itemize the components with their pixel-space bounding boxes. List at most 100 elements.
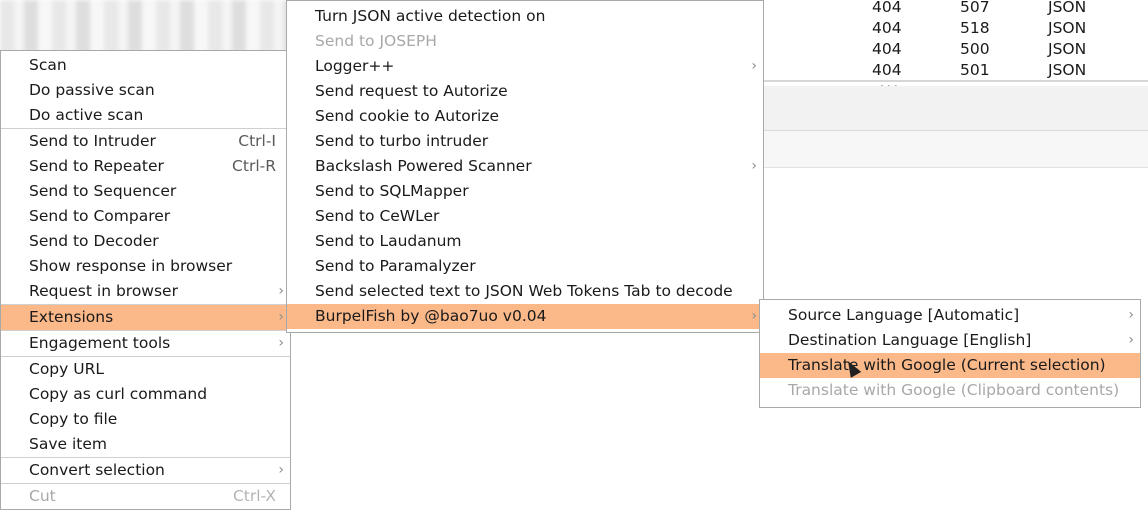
menu-item-label: Backslash Powered Scanner [315, 157, 532, 175]
menu-item-label: Send to JOSEPH [315, 32, 437, 50]
length-cell: 518 [960, 19, 990, 37]
menu-item-label: Request in browser [29, 282, 178, 300]
menu-item-backslash-scanner[interactable]: Backslash Powered Scanner › [287, 154, 763, 179]
chevron-right-icon: › [278, 335, 284, 351]
menu-item-copy-as-curl[interactable]: Copy as curl command [1, 382, 290, 407]
menu-item-label: Translate with Google (Current selection… [788, 356, 1106, 374]
menu-item-label: Send request to Autorize [315, 82, 508, 100]
blurred-background [0, 0, 290, 56]
menu-item-label: Send cookie to Autorize [315, 107, 500, 125]
chevron-right-icon: › [751, 158, 757, 174]
menu-item-label: Copy as curl command [29, 385, 208, 403]
menu-item-label: Send to SQLMapper [315, 182, 469, 200]
menu-item-send-to-decoder[interactable]: Send to Decoder [1, 229, 290, 254]
shortcut-label: Ctrl-X [232, 487, 276, 505]
menu-item-label: Send to Decoder [29, 232, 159, 250]
menu-item-cut[interactable]: Cut Ctrl-X [1, 484, 290, 509]
chevron-right-icon: › [278, 283, 284, 299]
menu-item-label: Cut [29, 487, 56, 505]
menu-item-send-to-joseph[interactable]: Send to JOSEPH [287, 29, 763, 54]
menu-item-convert-selection[interactable]: Convert selection › [1, 458, 290, 483]
status-cell: 404 [872, 61, 902, 78]
menu-item-send-to-turbo-intruder[interactable]: Send to turbo intruder [287, 129, 763, 154]
tab-strip [764, 131, 1148, 168]
menu-item-label: BurpelFish by @bao7uo v0.04 [315, 307, 547, 325]
shortcut-label: Ctrl-R [232, 157, 276, 175]
menu-item-send-to-sqlmapper[interactable]: Send to SQLMapper [287, 179, 763, 204]
menu-item-label: Send to Sequencer [29, 182, 177, 200]
menu-item-send-to-intruder[interactable]: Send to Intruder Ctrl-I [1, 129, 290, 154]
chevron-right-icon: › [1128, 332, 1134, 348]
menu-item-engagement-tools[interactable]: Engagement tools › [1, 331, 290, 356]
table-row[interactable]: 404 518 JSON [778, 19, 1148, 40]
menu-item-copy-to-file[interactable]: Copy to file [1, 407, 290, 432]
menu-item-burpelfish[interactable]: BurpelFish by @bao7uo v0.04 › [287, 304, 763, 329]
menu-item-send-to-sequencer[interactable]: Send to Sequencer [1, 179, 290, 204]
menu-item-send-to-paramalyzer[interactable]: Send to Paramalyzer [287, 254, 763, 279]
chevron-right-icon: › [751, 58, 757, 74]
menu-item-do-passive-scan[interactable]: Do passive scan [1, 78, 290, 103]
menu-item-label: Turn JSON active detection on [315, 7, 546, 25]
menu-item-label: Send to Laudanum [315, 232, 462, 250]
menu-item-json-active-detection[interactable]: Turn JSON active detection on [287, 4, 763, 29]
menu-item-logger[interactable]: Logger++ › [287, 54, 763, 79]
menu-item-send-to-repeater[interactable]: Send to Repeater Ctrl-R [1, 154, 290, 179]
menu-item-label: Send to Intruder [29, 132, 156, 150]
menu-item-label: Source Language [Automatic] [788, 306, 1020, 324]
menu-item-translate-clipboard[interactable]: Translate with Google (Clipboard content… [760, 378, 1140, 403]
menu-item-label: Copy to file [29, 410, 118, 428]
table-row[interactable]: 404 501 JSON [778, 61, 1148, 78]
menu-item-label: Convert selection [29, 461, 165, 479]
length-cell: 507 [960, 0, 990, 16]
menu-item-label: Destination Language [English] [788, 331, 1032, 349]
menu-item-send-cookie-autorize[interactable]: Send cookie to Autorize [287, 104, 763, 129]
burpelfish-submenu: Source Language [Automatic] › Destination… [759, 299, 1141, 408]
menu-item-send-request-autorize[interactable]: Send request to Autorize [287, 79, 763, 104]
toolbar-area [764, 86, 1148, 131]
menu-item-request-in-browser[interactable]: Request in browser › [1, 279, 290, 304]
menu-item-save-item[interactable]: Save item [1, 432, 290, 457]
type-cell: JSON [1048, 61, 1087, 78]
table-row[interactable]: 404 507 JSON [778, 0, 1148, 19]
menu-item-label: Send to turbo intruder [315, 132, 489, 150]
chevron-right-icon: › [278, 462, 284, 478]
chevron-right-icon: › [278, 309, 284, 325]
menu-item-label: Translate with Google (Clipboard content… [788, 381, 1120, 399]
type-cell: JSON [1048, 40, 1087, 58]
menu-item-extensions[interactable]: Extensions › [1, 305, 290, 330]
status-cell: 404 [872, 19, 902, 37]
menu-item-copy-url[interactable]: Copy URL [1, 357, 290, 382]
menu-item-label: Logger++ [315, 57, 395, 75]
menu-item-send-to-laudanum[interactable]: Send to Laudanum [287, 229, 763, 254]
status-cell: 404 [872, 0, 902, 16]
menu-item-label: Do passive scan [29, 81, 155, 99]
menu-item-label: Send to CeWLer [315, 207, 440, 225]
results-table: 404 507 JSON 404 518 JSON 404 500 JSON 4… [778, 0, 1148, 78]
extensions-submenu: Turn JSON active detection on Send to JO… [286, 0, 764, 333]
menu-item-label: Copy URL [29, 360, 104, 378]
menu-item-send-to-comparer[interactable]: Send to Comparer [1, 204, 290, 229]
menu-item-send-to-jwt-tab[interactable]: Send selected text to JSON Web Tokens Ta… [287, 279, 763, 304]
length-cell: 501 [960, 61, 990, 78]
type-cell: JSON [1048, 19, 1087, 37]
status-cell: 404 [872, 40, 902, 58]
menu-item-do-active-scan[interactable]: Do active scan [1, 103, 290, 128]
menu-item-destination-language[interactable]: Destination Language [English] › [760, 328, 1140, 353]
menu-item-label: Send to Repeater [29, 157, 164, 175]
shortcut-label: Ctrl-I [238, 132, 276, 150]
length-cell: 500 [960, 40, 990, 58]
menu-item-source-language[interactable]: Source Language [Automatic] › [760, 303, 1140, 328]
menu-item-show-response-in-browser[interactable]: Show response in browser [1, 254, 290, 279]
menu-item-send-to-cewler[interactable]: Send to CeWLer [287, 204, 763, 229]
menu-item-translate-selection[interactable]: Translate with Google (Current selection… [760, 353, 1140, 378]
context-menu: Scan Do passive scan Do active scan Send… [0, 50, 291, 510]
table-row[interactable]: 404 500 JSON [778, 40, 1148, 61]
menu-item-label: Extensions [29, 308, 114, 326]
menu-item-label: Scan [29, 56, 67, 74]
menu-item-scan[interactable]: Scan [1, 53, 290, 78]
split-divider[interactable] [764, 80, 1148, 82]
type-cell: JSON [1048, 0, 1087, 16]
menu-item-label: Do active scan [29, 106, 144, 124]
menu-item-label: Send selected text to JSON Web Tokens Ta… [315, 282, 733, 300]
chevron-right-icon: › [1128, 307, 1134, 323]
